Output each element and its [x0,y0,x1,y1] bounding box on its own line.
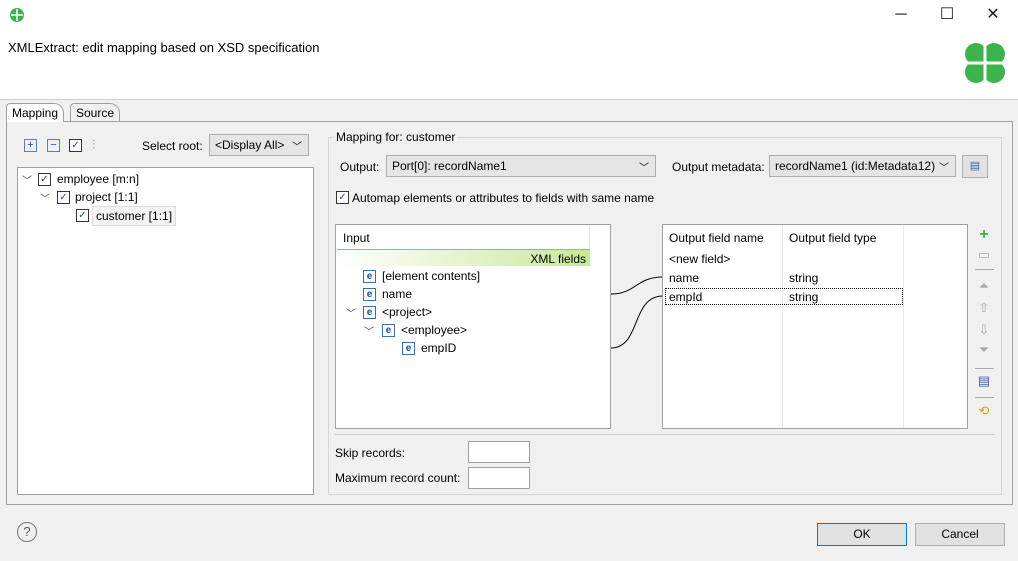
close-button[interactable]: ✕ [970,0,1016,30]
chevron-down-icon: ﹀ [639,163,649,174]
tree-item-project[interactable]: project [1:1] [75,190,138,204]
input-item[interactable]: [element contents] [382,269,480,283]
column-header-name[interactable]: Output field name [669,231,764,245]
tree-checkbox[interactable]: ✓ [76,209,89,222]
input-item[interactable]: empID [421,341,456,355]
output-metadata-dropdown[interactable]: recordName1 (id:Metadata12) ﹀ [769,155,956,177]
chevron-down-icon[interactable]: ﹀ [364,323,374,338]
move-top-icon[interactable]: ⏶ [976,278,992,294]
move-bottom-icon[interactable]: ⏷ [976,342,992,358]
table-cell-name[interactable]: name [669,271,699,285]
edit-metadata-button[interactable]: ▤ [962,155,988,178]
cancel-button[interactable]: Cancel [915,523,1005,546]
chevron-down-icon[interactable]: ﹀ [22,172,32,187]
remove-field-icon[interactable]: ▭ [976,247,992,263]
input-item[interactable]: <employee> [401,323,467,337]
input-header: Input [343,231,370,245]
tree-checkbox[interactable]: ✓ [38,173,51,186]
table-cell-type[interactable]: string [789,290,818,304]
help-icon[interactable]: ? [17,522,37,542]
xml-fields-label: XML fields [530,252,586,266]
input-item[interactable]: <project> [382,305,432,319]
move-down-icon[interactable]: ⇩ [976,322,992,338]
title-bar: ─ ☐ ✕ [0,0,1018,30]
output-dropdown[interactable]: Port[0]: recordName1 ﹀ [386,155,656,177]
tab-mapping[interactable]: Mapping [6,103,65,122]
max-record-count-label: Maximum record count: [335,471,461,485]
select-root-dropdown[interactable]: <Display All> ﹀ [209,134,309,156]
skip-records-input[interactable] [468,441,530,463]
element-icon: e [382,324,395,337]
skip-records-label: Skip records: [335,446,406,460]
element-icon: e [363,306,376,319]
edit-metadata-icon: ▤ [969,160,981,172]
output-table: Output field name Output field type <new… [662,224,968,429]
automap-checkbox[interactable]: ✓ [336,191,349,204]
expand-all-icon[interactable]: + [24,139,37,152]
mapping-connections [611,276,663,349]
select-root-label: Select root: [142,139,203,153]
app-icon [10,8,24,22]
collapse-all-icon[interactable]: − [47,139,60,152]
mapping-line [611,295,663,349]
tree-item-customer[interactable]: customer [1:1] [92,206,177,226]
table-cell-type[interactable]: string [789,271,818,285]
divider [335,434,995,435]
input-item[interactable]: name [382,287,412,301]
chevron-down-icon: ﹀ [939,163,949,174]
chevron-down-icon[interactable]: ﹀ [346,305,356,320]
ok-button[interactable]: OK [817,523,907,546]
mapping-group-label: Mapping for: customer [334,130,458,144]
tab-source[interactable]: Source [70,103,121,121]
maximize-button[interactable]: ☐ [924,0,970,30]
minimize-button[interactable]: ─ [878,0,924,30]
tree-item-employee[interactable]: employee [m:n] [57,172,139,186]
cloverdx-logo [965,43,1005,83]
table-cell-name[interactable]: empId [669,290,702,304]
mapping-line [611,276,663,295]
edit-field-icon[interactable]: ▤ [976,373,992,389]
select-root-value: <Display All> [215,138,285,152]
dialog-header: XMLExtract: edit mapping based on XSD sp… [0,30,1018,100]
output-metadata-value: recordName1 (id:Metadata12) [775,159,936,173]
element-icon: e [363,288,376,301]
refresh-icon[interactable]: ⟲ [976,403,992,419]
tree-checkbox[interactable]: ✓ [57,191,70,204]
automap-label: Automap elements or attributes to fields… [352,191,655,205]
tree-structure-icon[interactable]: ⫶ [92,137,95,153]
output-label: Output: [340,160,380,174]
add-field-icon[interactable]: + [976,226,992,244]
chevron-down-icon: ﹀ [292,142,302,153]
root-tree: ﹀ ✓ employee [m:n] ﹀ ✓ project [1:1] ✓ c… [17,167,314,495]
xml-fields-bar: XML fields [337,249,590,266]
dialog-title: XMLExtract: edit mapping based on XSD sp… [8,40,320,55]
output-value: Port[0]: recordName1 [392,159,507,173]
move-up-icon[interactable]: ⇧ [976,300,992,316]
input-tree: Input XML fields e [element contents] e … [335,224,611,429]
element-icon: e [402,342,415,355]
column-header-type[interactable]: Output field type [789,231,876,245]
output-metadata-label: Output metadata: [672,160,765,174]
max-record-count-input[interactable] [468,467,530,489]
check-all-icon[interactable]: ✓ [69,139,82,152]
chevron-down-icon[interactable]: ﹀ [40,190,50,205]
table-row-new-field[interactable]: <new field> [669,252,730,266]
element-icon: e [363,270,376,283]
